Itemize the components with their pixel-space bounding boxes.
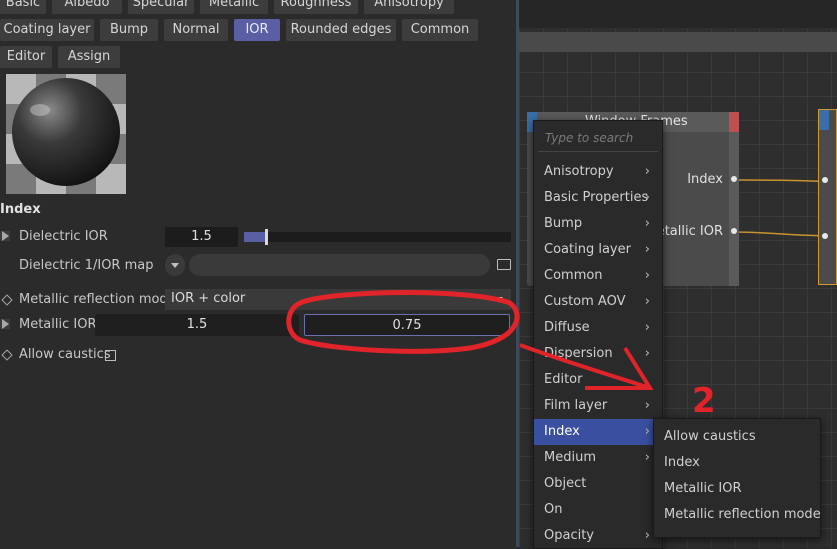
annotation-arrow-head — [585, 346, 654, 390]
annotation-overlay: 2 — [286, 289, 716, 421]
annotation-number: 2 — [692, 381, 716, 421]
annotation-arrow-line — [519, 343, 651, 390]
annotation-circle — [286, 289, 520, 354]
